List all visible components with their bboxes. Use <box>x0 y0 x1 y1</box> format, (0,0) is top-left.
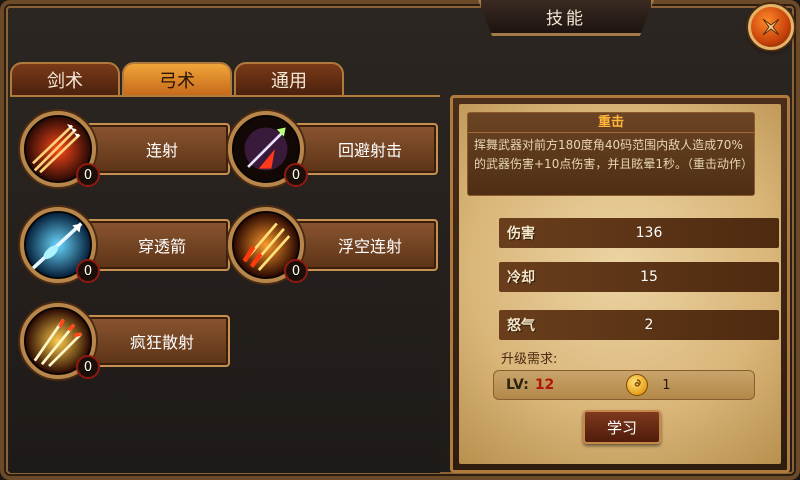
stat-value: 2 <box>644 317 654 333</box>
stat-label: 冷却 <box>507 270 535 286</box>
coin-icon <box>626 374 649 396</box>
skill-level-badge: 0 <box>284 259 308 283</box>
skill-description-box: 重击 挥舞武器对前方180度角40码范围内敌人造成70%的武器伤害+10点伤害，… <box>467 112 755 196</box>
upgrade-requirement-label: 升级需求: <box>501 352 558 367</box>
skill-level-badge: 0 <box>284 163 308 187</box>
skill-level-badge: 0 <box>76 355 100 379</box>
level-value: 12 <box>534 377 555 393</box>
close-button[interactable] <box>748 4 794 50</box>
skill-detail-panel: 重击 挥舞武器对前方180度角40码范围内敌人造成70%的武器伤害+10点伤害，… <box>450 95 790 473</box>
tab-bow[interactable]: 弓术 <box>122 62 232 96</box>
upgrade-requirement-row: LV: 12 1 <box>493 370 755 400</box>
close-icon <box>762 18 780 36</box>
skill-detail-title: 重击 <box>468 113 754 133</box>
level-label: LV: <box>506 377 529 393</box>
page-title: 技能 <box>478 0 654 36</box>
coin-cost: 1 <box>662 377 671 393</box>
skill-item-pierce-arrow[interactable]: 穿透箭 0 <box>20 205 230 285</box>
skill-item-evade-shot[interactable]: 回避射击 0 <box>228 109 438 189</box>
skill-item-multi-shot[interactable]: 连射 0 <box>20 109 230 189</box>
skill-list: 连射 0 回避射击 0 穿透箭 0 浮空连射 0 疯狂散射 0 <box>10 95 440 473</box>
skill-level-badge: 0 <box>76 163 100 187</box>
skill-level-badge: 0 <box>76 259 100 283</box>
stat-label: 伤害 <box>507 226 535 242</box>
stat-row-rage: 怒气 2 <box>499 310 779 340</box>
stat-value: 15 <box>640 269 658 285</box>
learn-button[interactable]: 学习 <box>583 410 661 444</box>
tab-sword[interactable]: 剑术 <box>10 62 120 96</box>
skill-tabs: 剑术 弓术 通用 <box>10 62 344 96</box>
stat-value: 136 <box>635 225 663 241</box>
tab-general[interactable]: 通用 <box>234 62 344 96</box>
skill-item-air-barrage[interactable]: 浮空连射 0 <box>228 205 438 285</box>
skill-description: 挥舞武器对前方180度角40码范围内敌人造成70%的武器伤害+10点伤害，并且眩… <box>474 138 753 171</box>
stat-row-damage: 伤害 136 <box>499 218 779 248</box>
parchment: 重击 挥舞武器对前方180度角40码范围内敌人造成70%的武器伤害+10点伤害，… <box>459 104 781 464</box>
stat-label: 怒气 <box>507 318 535 334</box>
skill-item-frenzy-scatter[interactable]: 疯狂散射 0 <box>20 301 230 381</box>
stat-row-cooldown: 冷却 15 <box>499 262 779 292</box>
